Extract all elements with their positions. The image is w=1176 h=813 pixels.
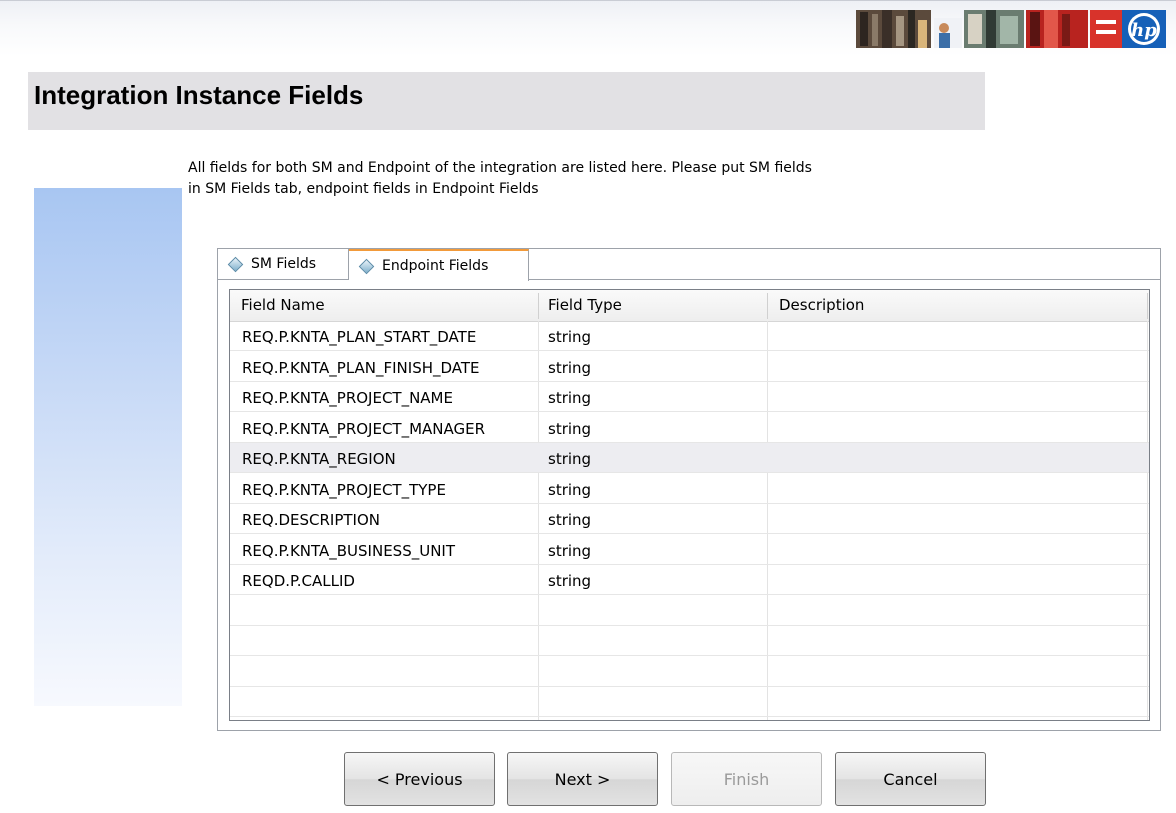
cell-field-name: REQ.P.KNTA_PLAN_START_DATE [242,328,477,346]
cell-field-type: string [548,419,592,438]
next-button[interactable]: Next > [507,752,658,806]
previous-button[interactable]: < Previous [344,752,495,806]
tab-strip-divider [529,279,1160,280]
instructions-text: All fields for both SM and Endpoint of t… [188,158,988,200]
tab-label: Endpoint Fields [382,258,489,274]
table-row[interactable]: REQ.P.KNTA_BUSINESS_UNIT string [230,535,1149,565]
table-row[interactable]: REQ.P.KNTA_REGION string [230,443,1149,473]
decorative-side-panel [34,188,182,706]
cell-field-name: REQ.P.KNTA_REGION [242,450,396,468]
cell-field-name: REQ.P.KNTA_PLAN_FINISH_DATE [242,358,480,377]
cell-description [768,321,1148,351]
cell-field-type: string [548,328,592,346]
cell-description [768,413,1148,443]
diamond-icon [358,258,375,274]
tab-endpoint-fields[interactable]: Endpoint Fields [349,249,529,281]
cell-description [768,352,1148,382]
cell-field-name: REQ.P.KNTA_PROJECT_TYPE [242,480,446,499]
hp-banner-logo: hp [856,10,1166,48]
fields-tab-panel: SM Fields Endpoint Fields Field Name Fie… [217,248,1161,731]
table-row[interactable]: REQ.P.KNTA_PROJECT_TYPE string [230,474,1149,504]
page-title-bar: Integration Instance Fields [28,72,985,130]
svg-text:hp: hp [1131,20,1157,41]
cell-field-name: REQ.P.KNTA_BUSINESS_UNIT [242,541,456,560]
tab-label: SM Fields [251,256,317,272]
cell-field-name: REQD.P.CALLID [242,572,355,590]
table-header: Field Name Field Type Description [230,290,1149,322]
column-header-description[interactable]: Description [768,290,1148,321]
tab-strip: SM Fields Endpoint Fields [218,249,1160,281]
cell-field-type: string [548,450,592,468]
cell-field-type: string [548,572,592,590]
cell-field-name: REQ.P.KNTA_PROJECT_MANAGER [242,419,486,438]
fields-table[interactable]: Field Name Field Type Description REQ.P.… [229,289,1150,721]
cell-description [768,535,1148,565]
table-row-empty[interactable] [230,596,1149,626]
column-header-field-name[interactable]: Field Name [230,290,539,321]
column-header-field-type[interactable]: Field Type [539,290,768,321]
cell-description [768,443,1148,473]
cell-description [768,565,1148,595]
table-row[interactable]: REQ.P.KNTA_PLAN_START_DATE string [230,321,1149,351]
instructions-line-1: All fields for both SM and Endpoint of t… [188,160,812,176]
table-row-empty[interactable] [230,687,1149,717]
instructions-line-2: in SM Fields tab, endpoint fields in End… [188,181,539,197]
cell-field-name: REQ.DESCRIPTION [242,511,381,529]
cell-description [768,504,1148,534]
cell-field-type: string [548,358,592,377]
table-row[interactable]: REQ.DESCRIPTION string [230,504,1149,534]
cell-field-type: string [548,389,592,407]
tab-sm-fields[interactable]: SM Fields [218,249,349,280]
cell-description [768,474,1148,504]
table-row-empty[interactable] [230,626,1149,656]
table-row-empty[interactable] [230,657,1149,687]
table-row[interactable]: REQ.P.KNTA_PROJECT_NAME string [230,382,1149,412]
cell-field-name: REQ.P.KNTA_PROJECT_NAME [242,389,453,407]
cell-field-type: string [548,511,592,529]
cell-description [768,382,1148,412]
cell-field-type: string [548,480,592,499]
diamond-icon [227,256,244,272]
page-title: Integration Instance Fields [34,80,364,110]
cell-field-type: string [548,541,592,560]
table-row[interactable]: REQD.P.CALLID string [230,565,1149,595]
finish-button[interactable]: Finish [671,752,822,806]
table-row[interactable]: REQ.P.KNTA_PROJECT_MANAGER string [230,413,1149,443]
column-divider[interactable] [1147,293,1148,319]
cancel-button[interactable]: Cancel [835,752,986,806]
table-row[interactable]: REQ.P.KNTA_PLAN_FINISH_DATE string [230,352,1149,382]
